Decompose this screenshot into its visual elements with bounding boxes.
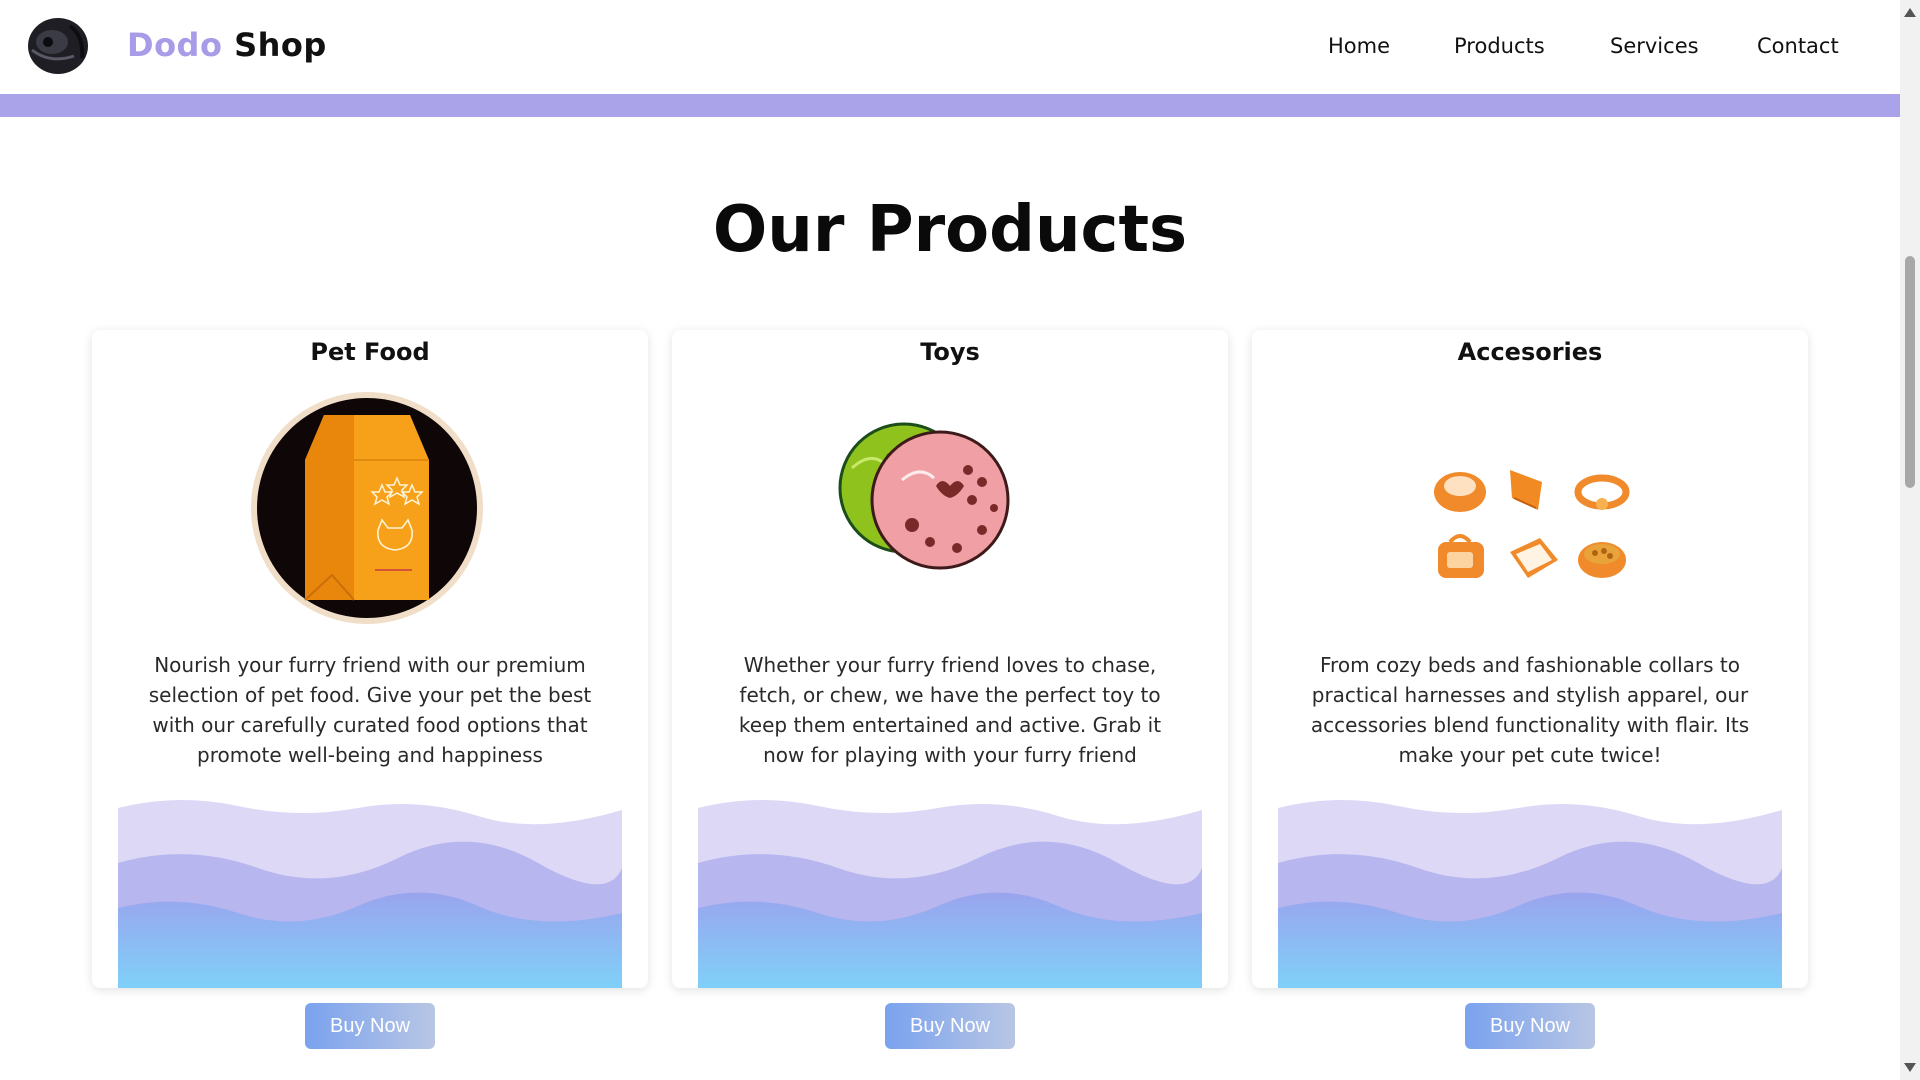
- vertical-scrollbar[interactable]: [1900, 0, 1920, 1080]
- pet-accessories-icon: [1252, 370, 1808, 640]
- card-title: Pet Food: [310, 338, 430, 366]
- buy-now-button-toys[interactable]: Buy Now: [885, 1003, 1015, 1049]
- pet-food-bag-icon: [92, 370, 648, 640]
- nav-services[interactable]: Services: [1610, 34, 1699, 58]
- accent-bar: [0, 94, 1900, 117]
- toy-balls-icon: [672, 370, 1228, 640]
- product-card-accessories: Accesories From cozy beds and fashionabl…: [1252, 330, 1808, 988]
- scroll-thumb[interactable]: [1905, 256, 1915, 488]
- card-description: Whether your furry friend loves to chase…: [738, 653, 1162, 767]
- buy-now-button-accessories[interactable]: Buy Now: [1465, 1003, 1595, 1049]
- card-title: Toys: [920, 338, 980, 366]
- card-title: Accesories: [1457, 338, 1603, 366]
- scroll-down-arrow-icon[interactable]: [1904, 1063, 1916, 1072]
- nav-contact[interactable]: Contact: [1757, 34, 1839, 58]
- scroll-up-arrow-icon[interactable]: [1904, 8, 1916, 17]
- product-card-toys: Toys Whether your furry friend loves to …: [672, 330, 1228, 988]
- product-card-pet-food: Pet Food Nourish your furry friend with …: [92, 330, 648, 988]
- main-nav: Home Products Services Contact: [0, 34, 1900, 64]
- card-description: Nourish your furry friend with our premi…: [148, 653, 592, 767]
- buy-now-button-pet-food[interactable]: Buy Now: [305, 1003, 435, 1049]
- wave-decoration: [698, 799, 1202, 988]
- nav-home[interactable]: Home: [1328, 34, 1390, 58]
- wave-decoration: [118, 799, 622, 988]
- nav-products[interactable]: Products: [1454, 34, 1545, 58]
- wave-decoration: [1278, 799, 1782, 988]
- site-header: Dodo Shop Home Products Services Contact: [0, 0, 1900, 94]
- page-title: Our Products: [712, 193, 1188, 267]
- card-description: From cozy beds and fashionable collars t…: [1310, 653, 1750, 767]
